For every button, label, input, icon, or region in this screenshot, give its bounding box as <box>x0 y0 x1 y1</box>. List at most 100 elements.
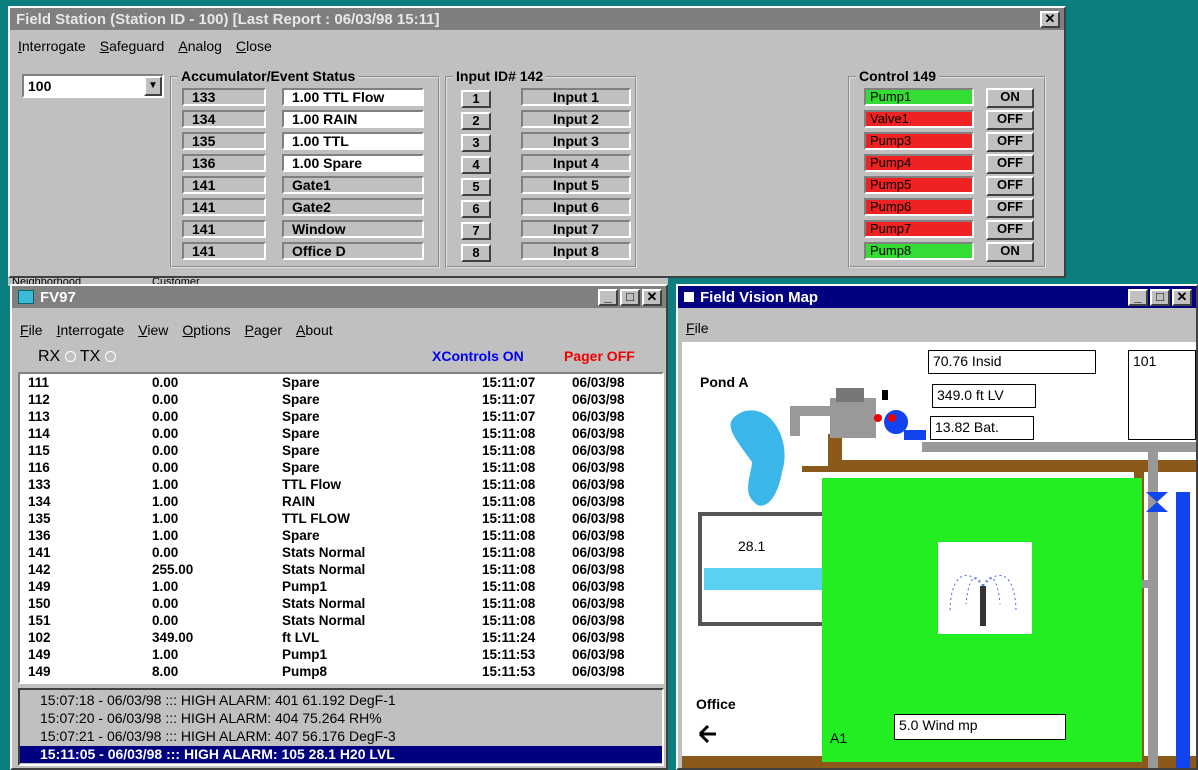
menu-close[interactable]: Close <box>236 38 272 54</box>
list-item[interactable]: 112 0.00 Spare 15:11:07 06/03/98 <box>20 392 662 407</box>
control-toggle-button[interactable]: ON <box>986 242 1034 262</box>
data-list[interactable]: 111 0.00 Spare 15:11:07 06/03/98 112 0.00 Spare… <box>18 372 664 684</box>
alarm-item[interactable]: 15:07:21 - 06/03/98 ::: HIGH ALARM: 407 … <box>20 728 662 745</box>
fv97-window: FV97 _ □ ✕ File Interrogate View Options… <box>10 284 668 770</box>
maximize-icon[interactable]: □ <box>620 289 640 306</box>
menu-analog[interactable]: Analog <box>178 38 222 54</box>
list-cell: 255.00 <box>152 562 194 577</box>
list-cell: 06/03/98 <box>572 409 625 424</box>
close-icon[interactable]: ✕ <box>1040 11 1060 28</box>
accumulator-value: 1.00 RAIN <box>282 110 424 128</box>
list-item[interactable]: 115 0.00 Spare 15:11:08 06/03/98 <box>20 443 662 458</box>
list-item[interactable]: 133 1.00 TTL Flow 15:11:08 06/03/98 <box>20 477 662 492</box>
input-name: Input 8 <box>521 242 631 260</box>
menu-about[interactable]: About <box>296 322 333 338</box>
list-cell: Spare <box>282 460 320 475</box>
list-item[interactable]: 149 1.00 Pump1 15:11:53 06/03/98 <box>20 647 662 662</box>
list-cell: 06/03/98 <box>572 528 625 543</box>
pump-house-roof <box>836 388 864 402</box>
input-number-button[interactable]: 8 <box>461 244 491 262</box>
menu-view[interactable]: View <box>138 322 168 338</box>
menu-safeguard[interactable]: Safeguard <box>100 38 165 54</box>
chevron-down-icon[interactable]: ▼ <box>144 76 162 96</box>
list-item[interactable]: 116 0.00 Spare 15:11:08 06/03/98 <box>20 460 662 475</box>
list-cell: 15:11:08 <box>482 494 536 509</box>
alarm-item[interactable]: 15:07:18 - 06/03/98 ::: HIGH ALARM: 401 … <box>20 692 662 709</box>
menu-pager[interactable]: Pager <box>245 322 282 338</box>
pipe <box>790 406 800 436</box>
control-toggle-button[interactable]: OFF <box>986 110 1034 130</box>
list-cell: 0.00 <box>152 409 179 424</box>
list-cell: 113 <box>28 409 50 424</box>
arrow-left-icon[interactable] <box>698 724 716 744</box>
control-toggle-button[interactable]: OFF <box>986 132 1034 152</box>
input-number-button[interactable]: 3 <box>461 134 491 152</box>
minimize-icon[interactable]: _ <box>598 289 618 306</box>
field-station-menubar: Interrogate Safeguard Analog Close <box>10 38 1064 54</box>
accumulator-id: 141 <box>182 176 266 194</box>
station-select[interactable]: 100 ▼ <box>22 74 164 98</box>
accumulator-id: 133 <box>182 88 266 106</box>
list-item[interactable]: 141 0.00 Stats Normal 15:11:08 06/03/98 <box>20 545 662 560</box>
control-toggle-button[interactable]: OFF <box>986 176 1034 196</box>
list-cell: 0.00 <box>152 613 179 628</box>
list-item[interactable]: 102 349.00 ft LVL 15:11:24 06/03/98 <box>20 630 662 645</box>
accumulator-value: 1.00 TTL Flow <box>282 88 424 106</box>
list-item[interactable]: 142 255.00 Stats Normal 15:11:08 06/03/98 <box>20 562 662 577</box>
alarm-list[interactable]: 15:07:18 - 06/03/98 ::: HIGH ALARM: 401 … <box>18 688 664 766</box>
list-cell: 06/03/98 <box>572 494 625 509</box>
list-item[interactable]: 135 1.00 TTL FLOW 15:11:08 06/03/98 <box>20 511 662 526</box>
list-item[interactable]: 149 8.00 Pump8 15:11:53 06/03/98 <box>20 664 662 679</box>
input-number-button[interactable]: 5 <box>461 178 491 196</box>
control-label: Control 149 <box>856 68 940 84</box>
list-item[interactable]: 149 1.00 Pump1 15:11:08 06/03/98 <box>20 579 662 594</box>
input-name: Input 1 <box>521 88 631 106</box>
control-toggle-button[interactable]: ON <box>986 88 1034 108</box>
pager-status[interactable]: Pager OFF <box>564 348 635 364</box>
app-icon <box>18 290 34 304</box>
maximize-icon[interactable]: □ <box>1150 289 1170 306</box>
list-cell: 102 <box>28 630 51 645</box>
list-item[interactable]: 114 0.00 Spare 15:11:08 06/03/98 <box>20 426 662 441</box>
list-cell: 06/03/98 <box>572 579 625 594</box>
map-canvas[interactable]: Pond A 70.76 Insid 101 349.0 ft LV 13.82… <box>682 342 1196 768</box>
list-cell: 15:11:08 <box>482 545 536 560</box>
fv97-menubar: File Interrogate View Options Pager Abou… <box>12 322 666 338</box>
menu-options[interactable]: Options <box>182 322 230 338</box>
control-toggle-button[interactable]: OFF <box>986 154 1034 174</box>
list-cell: 0.00 <box>152 596 179 611</box>
input-number-button[interactable]: 7 <box>461 222 491 240</box>
list-cell: 0.00 <box>152 545 179 560</box>
menu-file[interactable]: File <box>686 320 709 336</box>
list-cell: Spare <box>282 426 320 441</box>
control-toggle-button[interactable]: OFF <box>986 220 1034 240</box>
list-cell: 115 <box>28 443 50 458</box>
input-number-button[interactable]: 4 <box>461 156 491 174</box>
list-item[interactable]: 151 0.00 Stats Normal 15:11:08 06/03/98 <box>20 613 662 628</box>
list-item[interactable]: 134 1.00 RAIN 15:11:08 06/03/98 <box>20 494 662 509</box>
minimize-icon[interactable]: _ <box>1128 289 1148 306</box>
control-toggle-button[interactable]: OFF <box>986 198 1034 218</box>
list-cell: 15:11:08 <box>482 528 536 543</box>
close-icon[interactable]: ✕ <box>1172 289 1192 306</box>
list-cell: 0.00 <box>152 443 179 458</box>
alarm-item[interactable]: 15:11:05 - 06/03/98 ::: HIGH ALARM: 105 … <box>20 746 662 763</box>
list-cell: 134 <box>28 494 51 509</box>
station-select-value: 100 <box>28 78 52 94</box>
list-item[interactable]: 113 0.00 Spare 15:11:07 06/03/98 <box>20 409 662 424</box>
list-item[interactable]: 150 0.00 Stats Normal 15:11:08 06/03/98 <box>20 596 662 611</box>
list-item[interactable]: 136 1.00 Spare 15:11:08 06/03/98 <box>20 528 662 543</box>
list-cell: 151 <box>28 613 51 628</box>
menu-interrogate[interactable]: Interrogate <box>57 322 125 338</box>
xcontrols-status[interactable]: XControls ON <box>432 348 524 364</box>
alarm-item[interactable]: 15:07:20 - 06/03/98 ::: HIGH ALARM: 404 … <box>20 710 662 727</box>
list-cell: TTL FLOW <box>282 511 350 526</box>
menu-file[interactable]: File <box>20 322 43 338</box>
input-number-button[interactable]: 2 <box>461 112 491 130</box>
close-icon[interactable]: ✕ <box>642 289 662 306</box>
list-item[interactable]: 111 0.00 Spare 15:11:07 06/03/98 <box>20 375 662 390</box>
input-number-button[interactable]: 6 <box>461 200 491 218</box>
list-cell: 149 <box>28 664 51 679</box>
menu-interrogate[interactable]: Interrogate <box>18 38 86 54</box>
input-number-button[interactable]: 1 <box>461 90 491 108</box>
